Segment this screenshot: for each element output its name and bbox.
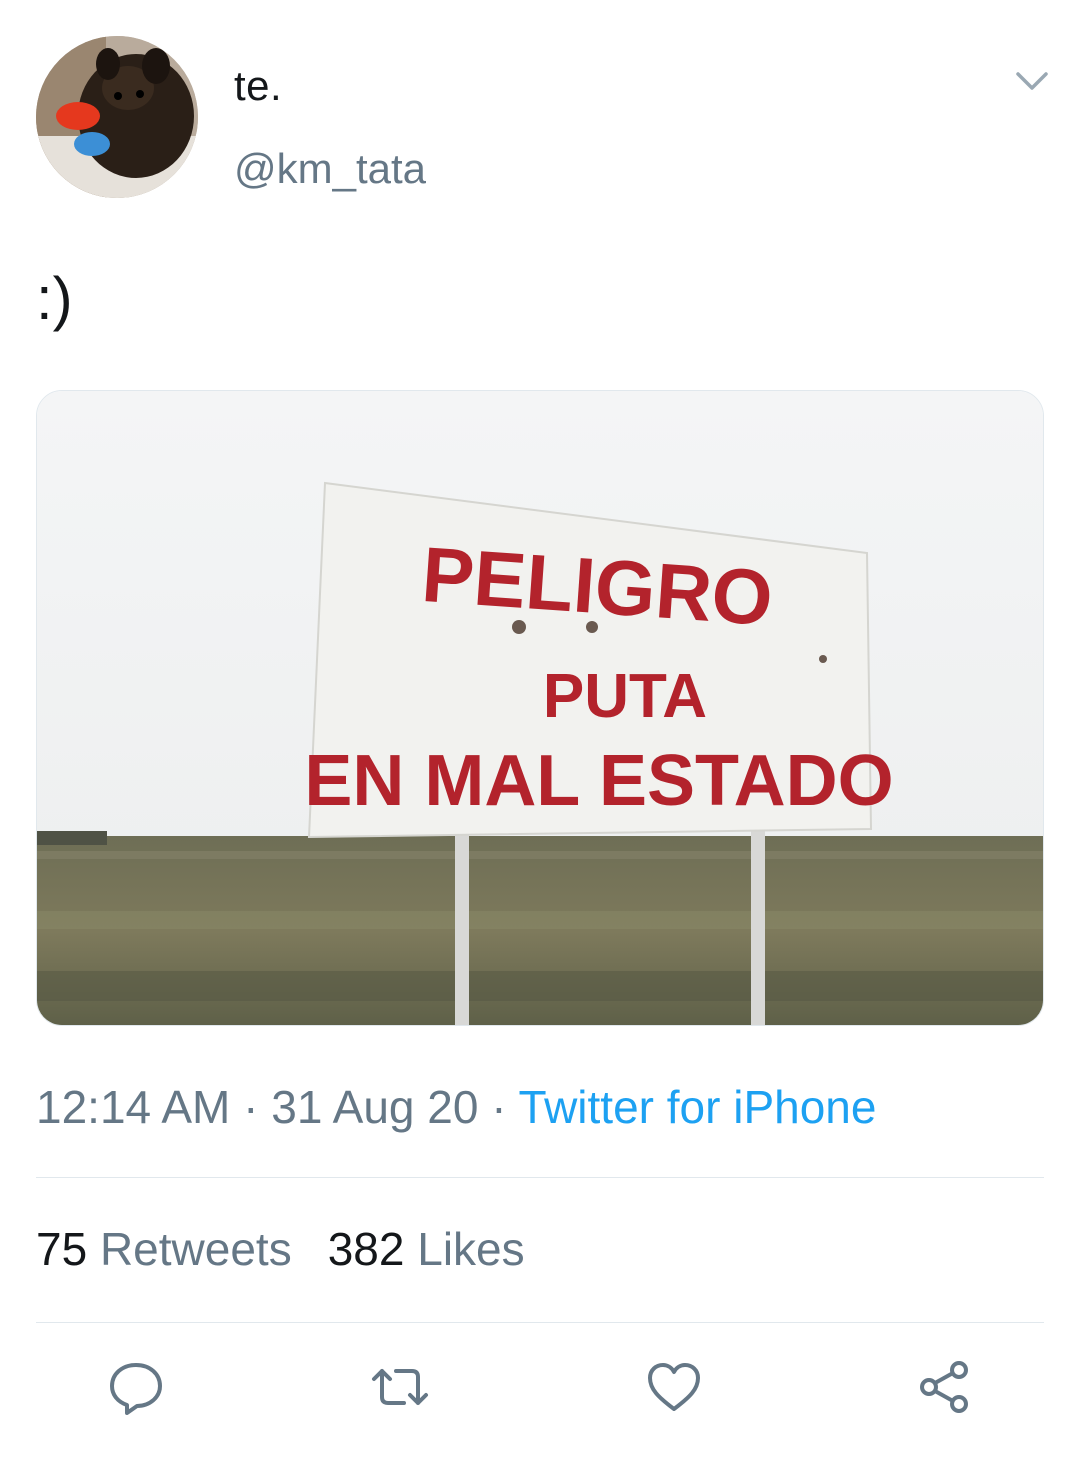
- divider: [36, 1322, 1044, 1323]
- tweet-text: :): [36, 265, 73, 332]
- tweet-media-photo[interactable]: PELIGRO PUTA EN MAL ESTADO: [36, 390, 1044, 1026]
- divider: [36, 1177, 1044, 1178]
- sign-text-line3: EN MAL ESTADO: [304, 741, 893, 821]
- sign-text-line2: PUTA: [543, 662, 707, 731]
- tweet-source-link[interactable]: Twitter for iPhone: [519, 1081, 877, 1133]
- meta-separator-2: ·: [478, 1081, 519, 1133]
- road-sign-photo: PELIGRO PUTA EN MAL ESTADO: [37, 391, 1043, 1025]
- likes-count: 382: [327, 1223, 405, 1275]
- likes-label: Likes: [404, 1223, 525, 1275]
- display-name[interactable]: te.: [234, 62, 282, 110]
- chevron-down-icon[interactable]: [1012, 66, 1052, 96]
- meta-separator-1: ·: [230, 1081, 272, 1133]
- retweet-icon[interactable]: [370, 1357, 430, 1417]
- avatar-image: [36, 36, 198, 198]
- tweet-date[interactable]: 31 Aug 20: [271, 1081, 478, 1133]
- share-icon[interactable]: [914, 1357, 974, 1417]
- tweet-time[interactable]: 12:14 AM: [36, 1081, 230, 1133]
- reply-icon[interactable]: [106, 1357, 166, 1417]
- avatar[interactable]: [36, 36, 198, 198]
- tweet-stats: 75 Retweets 382 Likes: [36, 1222, 525, 1276]
- tweet-timestamp: 12:14 AM · 31 Aug 20 · Twitter for iPhon…: [36, 1080, 876, 1134]
- retweets-label: Retweets: [87, 1223, 292, 1275]
- likes-stat[interactable]: 382 Likes: [328, 1223, 525, 1275]
- retweets-count: 75: [36, 1223, 88, 1275]
- retweets-stat[interactable]: 75 Retweets: [36, 1223, 292, 1275]
- heart-icon[interactable]: [644, 1357, 704, 1417]
- user-handle[interactable]: @km_tata: [234, 145, 426, 193]
